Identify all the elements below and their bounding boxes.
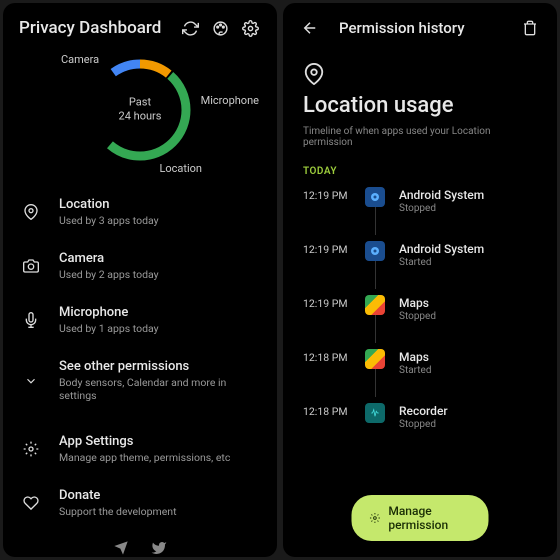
timeline-status: Started — [399, 257, 537, 268]
timeline-status: Stopped — [399, 311, 537, 322]
row-title: Donate — [59, 488, 259, 503]
twitter-icon[interactable] — [151, 540, 167, 556]
permission-row-location[interactable]: Location Used by 3 apps today — [3, 185, 277, 239]
row-title: Camera — [59, 251, 259, 266]
microphone-icon — [21, 310, 41, 330]
row-title: Microphone — [59, 305, 259, 320]
row-title: Location — [59, 197, 259, 212]
detail-title: Location usage — [303, 93, 537, 118]
chevron-down-icon — [21, 371, 41, 391]
chart-label-microphone: Microphone — [201, 94, 259, 107]
detail-subtitle: Timeline of when apps used your Location… — [303, 126, 537, 148]
timeline-status: Stopped — [399, 203, 537, 214]
row-title: App Settings — [59, 434, 259, 449]
row-sub: Body sensors, Calendar and more in setti… — [59, 376, 259, 402]
timeline-row[interactable]: 12:18 PM Maps Started — [303, 349, 537, 397]
manage-permission-button[interactable]: Manage permission — [352, 495, 489, 541]
timeline-time: 12:19 PM — [303, 241, 351, 256]
timeline-row[interactable]: 12:19 PM Android System Stopped — [303, 187, 537, 235]
usage-donut-chart: Camera Microphone Location Past 24 hours — [3, 49, 277, 177]
row-sub: Used by 2 apps today — [59, 268, 259, 281]
timeline-row[interactable]: 12:19 PM Android System Started — [303, 241, 537, 289]
row-sub: Used by 1 apps today — [59, 322, 259, 335]
chart-center-text: Past 24 hours — [119, 96, 162, 125]
row-title: See other permissions — [59, 359, 259, 374]
location-pin-icon — [303, 63, 537, 85]
settings-gear-icon[interactable] — [239, 17, 261, 39]
timeline-app-name: Recorder — [399, 404, 537, 418]
header: Permission history — [283, 3, 557, 53]
donate-row[interactable]: Donate Support the development — [3, 476, 277, 530]
detail-body: Location usage Timeline of when apps use… — [283, 53, 557, 436]
privacy-dashboard-screen: Privacy Dashboard Camera Microphone Loca… — [3, 3, 277, 557]
timeline: 12:19 PM Android System Stopped 12:19 PM… — [303, 187, 537, 430]
bottom-links — [3, 530, 277, 557]
timeline-status: Stopped — [399, 419, 537, 430]
palette-icon[interactable] — [209, 17, 231, 39]
timeline-app-name: Maps — [399, 296, 537, 310]
timeline-row[interactable]: 12:18 PM Recorder Stopped — [303, 403, 537, 430]
gear-icon — [21, 439, 41, 459]
timeline-row[interactable]: 12:19 PM Maps Stopped — [303, 295, 537, 343]
timeline-time: 12:19 PM — [303, 187, 351, 202]
refresh-icon[interactable] — [179, 17, 201, 39]
timeline-time: 12:19 PM — [303, 295, 351, 310]
location-pin-icon — [21, 202, 41, 222]
row-sub: Support the development — [59, 505, 259, 518]
section-label: TODAY — [303, 166, 537, 177]
permission-history-screen: Permission history Location usage Timeli… — [283, 3, 557, 557]
row-sub: Manage app theme, permissions, etc — [59, 451, 259, 464]
gear-icon — [370, 511, 381, 525]
timeline-status: Started — [399, 365, 537, 376]
timeline-time: 12:18 PM — [303, 403, 351, 418]
permission-row-microphone[interactable]: Microphone Used by 1 apps today — [3, 293, 277, 347]
page-title: Privacy Dashboard — [19, 18, 171, 38]
heart-icon — [21, 493, 41, 513]
timeline-app-name: Maps — [399, 350, 537, 364]
row-sub: Used by 3 apps today — [59, 214, 259, 227]
camera-icon — [21, 256, 41, 276]
page-title: Permission history — [339, 19, 501, 37]
timeline-time: 12:18 PM — [303, 349, 351, 364]
app-settings-row[interactable]: App Settings Manage app theme, permissio… — [3, 422, 277, 476]
back-arrow-icon[interactable] — [299, 17, 321, 39]
timeline-app-name: Android System — [399, 188, 537, 202]
permission-row-other[interactable]: See other permissions Body sensors, Cale… — [3, 347, 277, 414]
header: Privacy Dashboard — [3, 3, 277, 49]
timeline-app-name: Android System — [399, 242, 537, 256]
telegram-icon[interactable] — [113, 540, 129, 556]
permission-row-camera[interactable]: Camera Used by 2 apps today — [3, 239, 277, 293]
delete-trash-icon[interactable] — [519, 17, 541, 39]
